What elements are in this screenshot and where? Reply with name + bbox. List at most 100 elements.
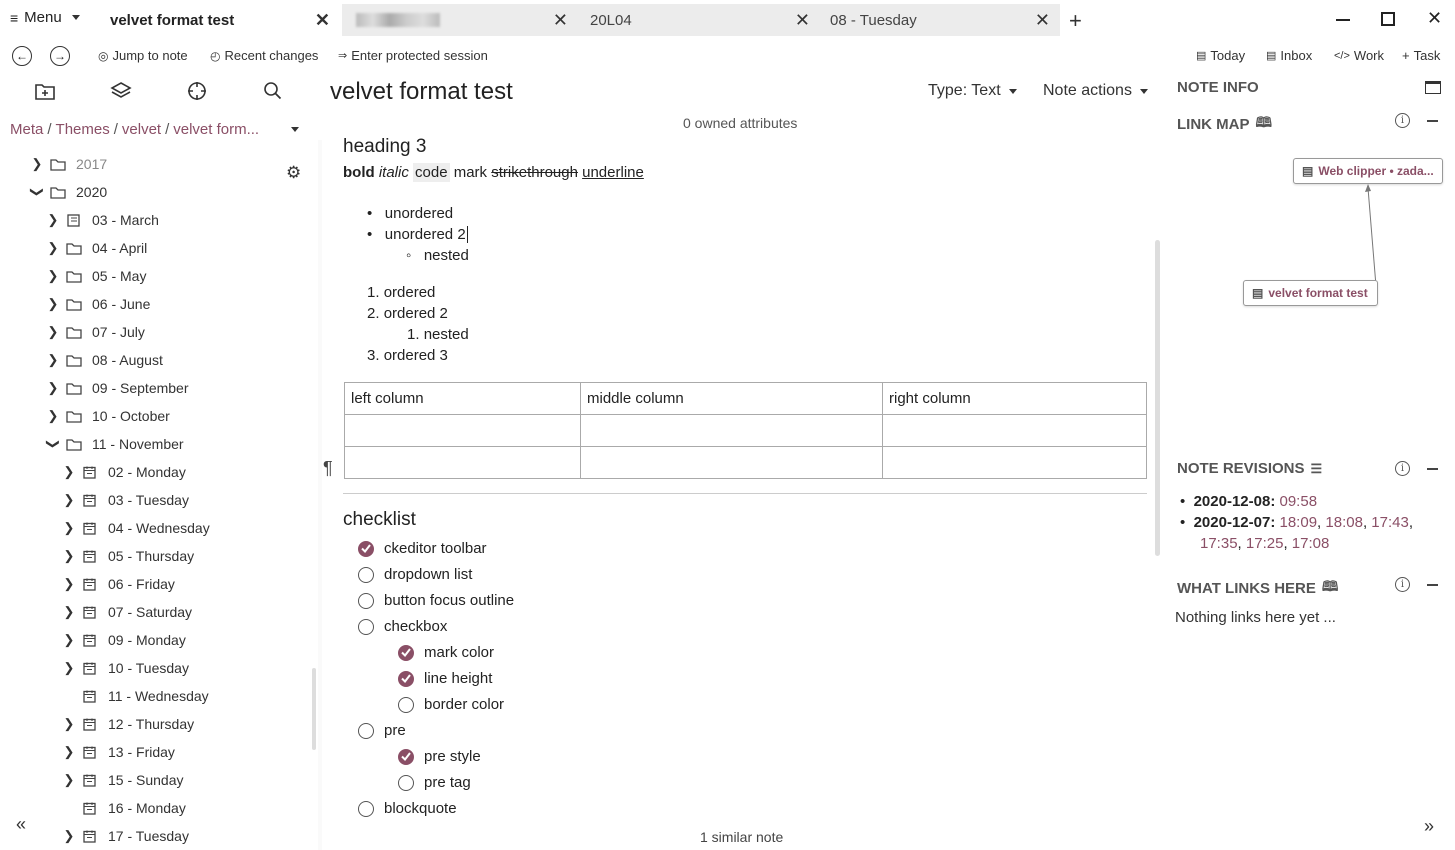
collapse-right-pane-button[interactable]: » (1424, 816, 1434, 837)
work-button[interactable]: </> Work (1334, 48, 1384, 63)
content-table[interactable]: left column middle column right column (344, 382, 1147, 479)
info-icon[interactable]: i (1395, 113, 1410, 128)
close-icon[interactable]: ✕ (315, 11, 330, 29)
chevron-right-icon[interactable]: ❯ (62, 548, 76, 564)
table-header-cell[interactable]: middle column (580, 382, 883, 415)
what-links-here-title[interactable]: WHAT LINKS HERE 🕮 (1177, 576, 1338, 600)
pilcrow-icon[interactable]: ¶ (323, 458, 333, 479)
tree-item[interactable]: ❯ 07 - July (46, 318, 145, 346)
chevron-right-icon[interactable]: ❯ (46, 408, 60, 424)
chevron-right-icon[interactable]: ❯ (62, 660, 76, 676)
chevron-right-icon[interactable]: ❯ (62, 772, 76, 788)
checkbox[interactable] (358, 618, 374, 635)
checkbox[interactable] (358, 566, 374, 583)
close-icon[interactable]: ✕ (795, 11, 810, 29)
tree-item[interactable]: ❯ 02 - Monday (62, 458, 186, 486)
checkbox[interactable] (358, 722, 374, 739)
note-actions-dropdown[interactable]: Note actions (1043, 82, 1148, 100)
table-header-cell[interactable]: left column (344, 382, 581, 415)
checkbox[interactable] (358, 592, 374, 609)
tree-item[interactable]: ❯ 13 - Friday (62, 738, 175, 766)
tree-settings-button[interactable]: ⚙ (286, 163, 301, 183)
minimize-button[interactable] (1336, 8, 1350, 21)
tree-item[interactable]: ❯ 05 - May (46, 262, 147, 290)
tree-item[interactable]: ❯ 04 - Wednesday (62, 514, 210, 542)
checkbox-checked[interactable] (358, 540, 374, 557)
minimize-section-icon[interactable] (1427, 468, 1438, 470)
chevron-down-icon[interactable]: ❯ (45, 437, 61, 451)
tree-item[interactable]: ❯ 2017 (30, 150, 108, 178)
owned-attributes[interactable]: 0 owned attributes (683, 115, 797, 131)
tree-item[interactable]: ❯ 03 - Tuesday (62, 486, 189, 514)
chevron-right-icon[interactable]: ❯ (46, 268, 60, 284)
breadcrumb-dropdown-icon[interactable] (291, 127, 299, 132)
chevron-right-icon[interactable]: ❯ (46, 324, 60, 340)
info-icon[interactable]: i (1395, 461, 1410, 476)
editor-scrollbar[interactable] (1155, 240, 1160, 556)
tree-item[interactable]: ❯ 06 - June (46, 290, 151, 318)
chevron-right-icon[interactable]: ❯ (62, 744, 76, 760)
checkbox-checked[interactable] (398, 644, 414, 661)
checkbox[interactable] (358, 800, 374, 817)
revision-time[interactable]: 18:09 (1280, 514, 1318, 531)
tab-08-tuesday[interactable]: 08 - Tuesday ✕ (816, 4, 1060, 36)
tree-item[interactable]: ❯ 10 - Tuesday (62, 654, 189, 682)
tab-velvet-format-test[interactable]: velvet format test ✕ (96, 4, 340, 36)
tree-item[interactable]: ❯ 07 - Saturday (62, 598, 193, 626)
tab-20l04[interactable]: 20L04 ✕ (576, 4, 820, 36)
table-cell[interactable] (882, 446, 1147, 479)
tree-item[interactable]: ❯ 06 - Friday (62, 570, 175, 598)
link-map-title[interactable]: LINK MAP 🕮 (1177, 112, 1272, 136)
note-title[interactable]: velvet format test (330, 78, 513, 106)
table-cell[interactable] (580, 446, 883, 479)
info-icon[interactable]: i (1395, 577, 1410, 592)
chevron-right-icon[interactable]: ❯ (46, 380, 60, 396)
close-window-button[interactable]: ✕ (1427, 8, 1442, 29)
chevron-right-icon[interactable]: ❯ (46, 296, 60, 312)
revision-time[interactable]: 17:43 (1371, 514, 1409, 531)
revision-time[interactable]: 18:08 (1325, 514, 1363, 531)
chevron-right-icon[interactable]: ❯ (62, 604, 76, 620)
chevron-right-icon[interactable]: ❯ (62, 520, 76, 536)
table-header-cell[interactable]: right column (882, 382, 1147, 415)
link-map-node-web-clipper[interactable]: ▤ Web clipper • zada... (1293, 158, 1443, 184)
tree-item[interactable]: ❯ 17 - Tuesday (62, 822, 189, 850)
tree-item[interactable]: 16 - Monday (62, 794, 186, 822)
jump-to-note-button[interactable]: ◎ Jump to note (98, 48, 188, 63)
chevron-right-icon[interactable]: ❯ (30, 156, 44, 172)
new-tab-button[interactable]: + (1069, 8, 1082, 34)
checkbox-checked[interactable] (398, 748, 414, 765)
table-cell[interactable] (344, 446, 581, 479)
enter-protected-session-button[interactable]: ⇒ Enter protected session (338, 48, 488, 63)
tree-scrollbar[interactable] (312, 668, 316, 750)
task-button[interactable]: + Task (1402, 48, 1440, 63)
back-button[interactable]: ← (12, 46, 32, 66)
note-type-dropdown[interactable]: Type: Text (928, 82, 1017, 100)
note-info-title[interactable]: NOTE INFO (1177, 79, 1259, 96)
chevron-right-icon[interactable]: ❯ (46, 352, 60, 368)
recent-changes-button[interactable]: ◴ Recent changes (210, 48, 318, 63)
checkbox-checked[interactable] (398, 670, 414, 687)
chevron-right-icon[interactable]: ❯ (62, 576, 76, 592)
link-map-node-self[interactable]: ▤ velvet format test (1243, 280, 1378, 306)
similar-notes[interactable]: 1 similar note (700, 829, 783, 845)
forward-button[interactable]: → (50, 46, 70, 66)
tree-item[interactable]: ❯ 11 - November (46, 430, 184, 458)
table-cell[interactable] (882, 414, 1147, 447)
search-button[interactable] (262, 81, 286, 103)
breadcrumb-item[interactable]: Meta (10, 121, 43, 138)
inbox-button[interactable]: ▤ Inbox (1266, 48, 1312, 63)
tree-item[interactable]: ❯ 09 - Monday (62, 626, 186, 654)
tab-blurred[interactable]: ✕ (342, 4, 578, 36)
chevron-right-icon[interactable]: ❯ (62, 716, 76, 732)
breadcrumb-item[interactable]: velvet (122, 121, 161, 138)
close-icon[interactable]: ✕ (553, 11, 568, 29)
tree-item[interactable]: ❯ 03 - March (46, 206, 159, 234)
revision-time[interactable]: 17:25 (1246, 535, 1284, 552)
revision-time[interactable]: 09:58 (1280, 493, 1318, 510)
breadcrumb-item[interactable]: Themes (56, 121, 110, 138)
tree-item[interactable]: ❯ 04 - April (46, 234, 148, 262)
tree-item[interactable]: ❯ 05 - Thursday (62, 542, 195, 570)
minimize-section-icon[interactable] (1427, 584, 1438, 586)
tree-item[interactable]: ❯ 15 - Sunday (62, 766, 184, 794)
